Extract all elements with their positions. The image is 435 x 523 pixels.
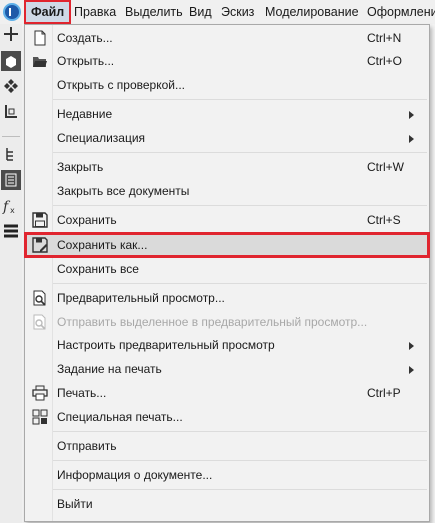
- menu-item-shortcut: Ctrl+W: [367, 160, 404, 174]
- menu-item-label: Специализация: [57, 131, 146, 145]
- layers-icon[interactable]: [1, 221, 21, 241]
- menu-item-label: Отправить выделенное в предварительный п…: [57, 315, 368, 329]
- menu-item-exit[interactable]: Выйти: [25, 493, 429, 515]
- menu-item-label: Печать...: [57, 386, 107, 400]
- menu-item-shortcut: Ctrl+O: [367, 54, 403, 68]
- plus-icon[interactable]: [1, 24, 21, 44]
- submenu-arrow-icon: [409, 366, 414, 374]
- menu-item-shortcut: Ctrl+N: [367, 31, 402, 45]
- menu-item-label: Информация о документе...: [57, 468, 213, 482]
- menu-item-label: Отправить: [57, 439, 117, 453]
- menu-separator: [53, 205, 427, 206]
- menu-file[interactable]: Файл: [24, 0, 72, 24]
- menu-item-open-with-check[interactable]: Открыть с проверкой...: [25, 74, 429, 96]
- toolbar-divider: [2, 136, 20, 137]
- menu-item-special-print[interactable]: Специальная печать...: [25, 406, 429, 428]
- menu-separator: [53, 460, 427, 461]
- print-preview-icon: [33, 290, 46, 306]
- menu-item-label: Задание на печать: [57, 362, 162, 376]
- menu-item-configure-preview[interactable]: Настроить предварительный просмотр: [25, 334, 429, 356]
- special-print-icon: [32, 409, 48, 425]
- sketch-icon[interactable]: [1, 102, 21, 122]
- menu-modeling[interactable]: Моделирование: [265, 0, 359, 24]
- menu-item-label: Сохранить все: [57, 262, 139, 276]
- menu-item-shortcut: Ctrl+S: [367, 213, 401, 227]
- tree-icon[interactable]: [1, 144, 21, 164]
- open-folder-icon: [33, 57, 47, 67]
- menu-separator: [53, 431, 427, 432]
- menu-item-label: Создать...: [57, 31, 113, 45]
- menu-item-save[interactable]: Сохранить Ctrl+S: [25, 209, 429, 231]
- properties-icon[interactable]: [1, 170, 21, 190]
- menu-item-send[interactable]: Отправить: [25, 435, 429, 457]
- menu-separator: [53, 283, 427, 284]
- new-document-icon: [34, 30, 46, 46]
- menu-item-save-all[interactable]: Сохранить все: [25, 258, 429, 280]
- menu-item-label: Настроить предварительный просмотр: [57, 338, 275, 352]
- menu-item-label: Специальная печать...: [57, 410, 183, 424]
- svg-text:x: x: [10, 206, 15, 215]
- menu-bar: Файл Правка Выделить Вид Эскиз Моделиров…: [0, 0, 435, 25]
- menu-separator: [53, 489, 427, 490]
- menu-sketch[interactable]: Эскиз: [221, 0, 254, 24]
- menu-item-label: Закрыть: [57, 160, 104, 174]
- menu-item-recent[interactable]: Недавние: [25, 103, 429, 125]
- printer-icon: [32, 385, 48, 401]
- menu-item-save-as[interactable]: Сохранить как...: [25, 234, 429, 256]
- menu-item-label: Выйти: [57, 497, 93, 511]
- menu-item-close[interactable]: Закрыть Ctrl+W: [25, 156, 429, 178]
- menu-item-print-job[interactable]: Задание на печать: [25, 358, 429, 380]
- file-menu-dropdown: Создать... Ctrl+N Открыть... Ctrl+O Откр…: [24, 24, 430, 522]
- menu-item-print[interactable]: Печать... Ctrl+P: [25, 382, 429, 404]
- menu-item-print-preview[interactable]: Предварительный просмотр...: [25, 287, 429, 309]
- menu-item-label: Сохранить: [57, 213, 117, 227]
- menu-item-label: Недавние: [57, 107, 113, 121]
- submenu-arrow-icon: [409, 111, 414, 119]
- menu-item-open[interactable]: Открыть... Ctrl+O: [25, 50, 429, 72]
- menu-item-document-info[interactable]: Информация о документе...: [25, 464, 429, 486]
- fx-icon[interactable]: fx: [1, 196, 21, 216]
- component-icon[interactable]: [1, 76, 21, 96]
- menu-item-label: Предварительный просмотр...: [57, 291, 225, 305]
- submenu-arrow-icon: [409, 135, 414, 143]
- menu-item-specialization[interactable]: Специализация: [25, 127, 429, 149]
- menu-select[interactable]: Выделить: [125, 0, 183, 24]
- menu-item-label: Закрыть все документы: [57, 184, 190, 198]
- menu-item-close-all[interactable]: Закрыть все документы: [25, 180, 429, 202]
- menu-item-send-selection-to-preview[interactable]: Отправить выделенное в предварительный п…: [25, 311, 429, 333]
- menu-item-label: Сохранить как...: [57, 238, 148, 252]
- menu-view[interactable]: Вид: [189, 0, 212, 24]
- menu-item-label: Открыть с проверкой...: [57, 78, 185, 92]
- cube-icon[interactable]: [1, 51, 21, 71]
- app-logo-icon[interactable]: [3, 3, 21, 21]
- menu-drawing[interactable]: Оформлени: [367, 0, 435, 24]
- save-icon: [32, 212, 48, 228]
- menu-separator: [53, 152, 427, 153]
- menu-edit[interactable]: Правка: [74, 0, 116, 24]
- send-preview-icon: [33, 314, 46, 330]
- menu-item-shortcut: Ctrl+P: [367, 386, 401, 400]
- submenu-arrow-icon: [409, 342, 414, 350]
- menu-separator: [53, 99, 427, 100]
- menu-item-label: Открыть...: [57, 54, 115, 68]
- menu-item-new[interactable]: Создать... Ctrl+N: [25, 27, 429, 49]
- save-as-icon: [32, 237, 48, 253]
- left-toolbar: fx: [0, 24, 23, 523]
